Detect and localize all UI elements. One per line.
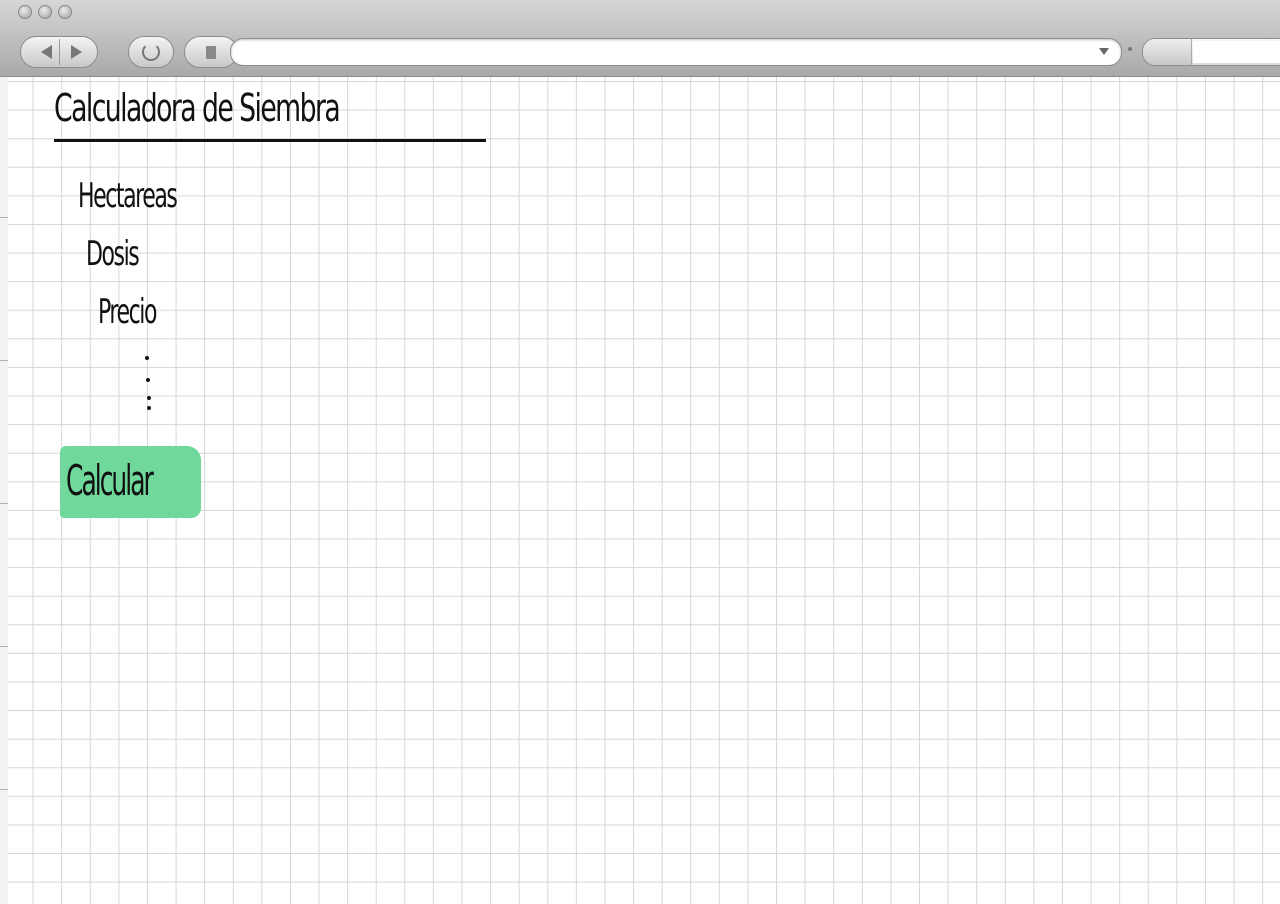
url-input[interactable] [245, 41, 1089, 63]
more-fields-ellipsis-dot [146, 378, 150, 382]
edge-tick [0, 646, 8, 647]
field-label-dosis: Dosis [86, 234, 140, 274]
field-label-precio: Precio [98, 292, 157, 332]
edge-tick [0, 789, 8, 790]
forward-arrow-icon[interactable] [71, 45, 82, 59]
field-label-hectareas: Hectareas [78, 176, 178, 216]
more-fields-ellipsis-dot [147, 406, 151, 410]
browser-toolbar [0, 0, 1280, 77]
toolbar-separator-dot [1128, 47, 1132, 51]
zoom-window-button[interactable] [58, 5, 72, 19]
calculate-button-label: Calcular [66, 456, 154, 505]
back-forward-group [20, 36, 98, 68]
search-bar[interactable] [1142, 38, 1280, 66]
page-icon [206, 45, 216, 59]
edge-tick [0, 360, 8, 361]
close-window-button[interactable] [18, 5, 32, 19]
edge-tick [0, 217, 8, 218]
more-fields-ellipsis-dot [147, 396, 151, 400]
page-title: Calculadora de Siembra [54, 86, 341, 130]
reload-button[interactable] [128, 36, 174, 68]
title-underline [54, 139, 486, 142]
address-bar[interactable] [230, 38, 1122, 66]
search-engine-selector[interactable] [1143, 39, 1192, 65]
back-arrow-icon[interactable] [41, 45, 52, 59]
chevron-down-icon[interactable] [1099, 48, 1109, 55]
reload-icon [142, 43, 160, 61]
edge-tick [0, 503, 8, 504]
calculate-button[interactable]: Calcular [60, 446, 201, 518]
search-input[interactable] [1193, 41, 1280, 63]
minimize-window-button[interactable] [38, 5, 52, 19]
browser-window: Calculadora de Siembra Hectareas Dosis P… [0, 0, 1280, 904]
more-fields-ellipsis-dot [145, 356, 149, 360]
nav-divider [59, 39, 60, 65]
